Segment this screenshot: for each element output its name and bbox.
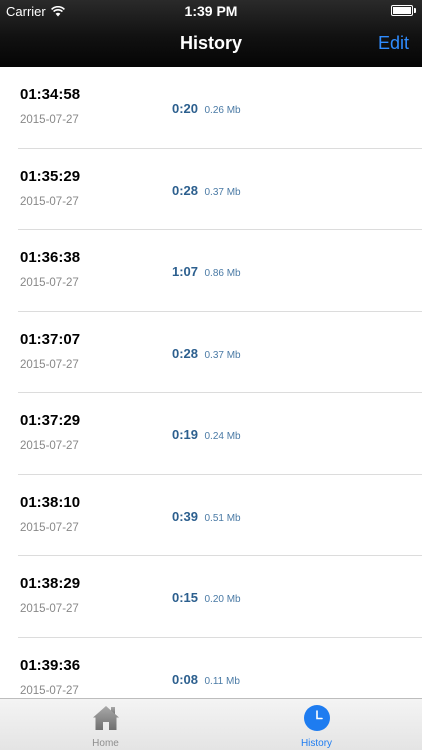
tab-home-label: Home xyxy=(92,738,119,749)
tab-home[interactable]: Home xyxy=(0,699,211,750)
record-time: 01:37:29 xyxy=(20,412,81,429)
top-bar: Carrier 1:39 PM History Edit xyxy=(0,0,422,67)
history-row[interactable]: 01:39:36 2015-07-27 0:08 0.11 Mb xyxy=(18,638,422,699)
record-meta: 0:28 0.37 Mb xyxy=(172,182,241,200)
record-date: 2015-07-27 xyxy=(20,114,79,126)
record-size: 0.26 Mb xyxy=(204,105,241,116)
record-meta: 0:39 0.51 Mb xyxy=(172,508,241,526)
page-title: History xyxy=(179,33,242,53)
record-duration: 0:39 xyxy=(172,508,199,524)
record-time: 01:34:58 xyxy=(20,86,81,103)
history-row[interactable]: 01:37:29 2015-07-27 0:19 0.24 Mb xyxy=(18,393,422,475)
record-date: 2015-07-27 xyxy=(20,277,79,289)
battery-icon xyxy=(391,5,416,16)
navigation-bar: History Edit xyxy=(0,22,422,67)
history-row[interactable]: 01:38:10 2015-07-27 0:39 0.51 Mb xyxy=(18,475,422,556)
record-time: 01:38:10 xyxy=(20,493,81,511)
clock-icon xyxy=(303,705,330,731)
record-size: 0.37 Mb xyxy=(204,349,241,361)
record-duration: 0:28 xyxy=(172,182,199,198)
history-row[interactable]: 01:36:38 2015-07-27 1:07 0.86 Mb xyxy=(18,230,422,312)
home-icon xyxy=(92,706,119,730)
record-date: 2015-07-27 xyxy=(20,440,79,452)
record-meta: 0:08 0.11 Mb xyxy=(172,671,240,689)
record-duration: 0:20 xyxy=(172,101,199,116)
record-time: 01:35:29 xyxy=(20,167,81,185)
record-size: 0.86 Mb xyxy=(204,268,241,279)
record-size: 0.11 Mb xyxy=(204,675,240,687)
record-meta: 1:07 0.86 Mb xyxy=(172,263,241,281)
record-date: 2015-07-27 xyxy=(20,603,79,615)
record-size: 0.20 Mb xyxy=(204,594,241,605)
record-time: 01:38:29 xyxy=(20,575,81,592)
screen: Carrier 1:39 PM History Edit 01:34:58 20… xyxy=(0,0,422,750)
tab-bar: Home History xyxy=(0,698,422,750)
tab-history[interactable]: History xyxy=(211,699,422,750)
edit-button[interactable]: Edit xyxy=(378,33,409,54)
history-list[interactable]: 01:34:58 2015-07-27 0:20 0.26 Mb 01:35:2… xyxy=(0,67,422,698)
history-row[interactable]: 01:38:29 2015-07-27 0:15 0.20 Mb xyxy=(18,556,422,638)
record-time: 01:36:38 xyxy=(20,249,81,266)
record-date: 2015-07-27 xyxy=(20,521,79,534)
record-date: 2015-07-27 xyxy=(20,195,79,208)
record-meta: 0:28 0.37 Mb xyxy=(172,345,241,363)
record-duration: 0:19 xyxy=(172,427,199,442)
tab-history-label: History xyxy=(300,738,333,749)
record-duration: 1:07 xyxy=(172,264,199,279)
history-row[interactable]: 01:35:29 2015-07-27 0:28 0.37 Mb xyxy=(18,149,422,230)
record-size: 0.37 Mb xyxy=(204,186,241,198)
record-duration: 0:15 xyxy=(172,590,199,605)
history-row[interactable]: 01:37:07 2015-07-27 0:28 0.37 Mb xyxy=(18,312,422,393)
record-size: 0.51 Mb xyxy=(204,512,241,524)
record-time: 01:37:07 xyxy=(20,330,81,348)
record-duration: 0:08 xyxy=(172,671,199,687)
record-meta: 0:15 0.20 Mb xyxy=(172,589,241,607)
record-time: 01:39:36 xyxy=(20,656,81,674)
record-meta: 0:19 0.24 Mb xyxy=(172,426,241,444)
record-date: 2015-07-27 xyxy=(20,358,79,371)
record-size: 0.24 Mb xyxy=(204,431,241,442)
status-time: 1:39 PM xyxy=(184,3,238,19)
record-duration: 0:28 xyxy=(172,345,199,361)
status-bar: Carrier 1:39 PM xyxy=(0,0,422,22)
record-meta: 0:20 0.26 Mb xyxy=(172,100,241,118)
history-row[interactable]: 01:34:58 2015-07-27 0:20 0.26 Mb xyxy=(18,67,422,149)
record-date: 2015-07-27 xyxy=(20,684,79,697)
